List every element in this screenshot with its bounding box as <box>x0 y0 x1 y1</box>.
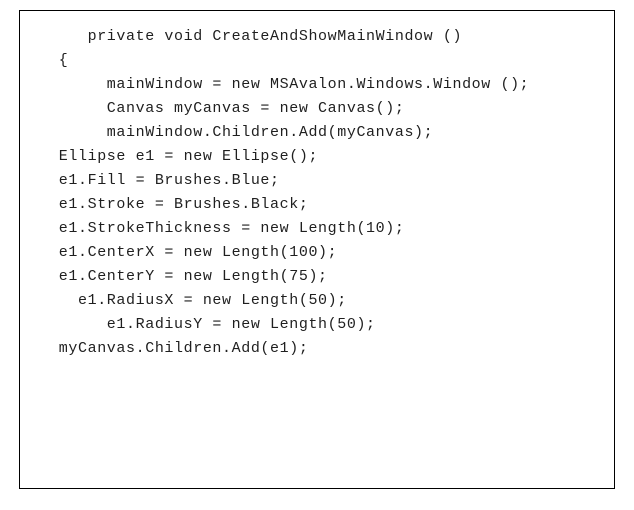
code-line: e1.Stroke = Brushes.Black; <box>30 193 604 217</box>
code-line: mainWindow = new MSAvalon.Windows.Window… <box>30 73 604 97</box>
code-line: e1.Fill = Brushes.Blue; <box>30 169 604 193</box>
code-line: private void CreateAndShowMainWindow () <box>30 25 604 49</box>
code-line: e1.CenterX = new Length(100); <box>30 241 604 265</box>
code-line: Ellipse e1 = new Ellipse(); <box>30 145 604 169</box>
code-line: Canvas myCanvas = new Canvas(); <box>30 97 604 121</box>
code-line: { <box>30 49 604 73</box>
code-line: e1.RadiusY = new Length(50); <box>30 313 604 337</box>
code-line: e1.StrokeThickness = new Length(10); <box>30 217 604 241</box>
code-line: myCanvas.Children.Add(e1); <box>30 337 604 361</box>
code-block: private void CreateAndShowMainWindow () … <box>19 10 615 489</box>
code-line: e1.RadiusX = new Length(50); <box>30 289 604 313</box>
code-line: e1.CenterY = new Length(75); <box>30 265 604 289</box>
code-line: mainWindow.Children.Add(myCanvas); <box>30 121 604 145</box>
